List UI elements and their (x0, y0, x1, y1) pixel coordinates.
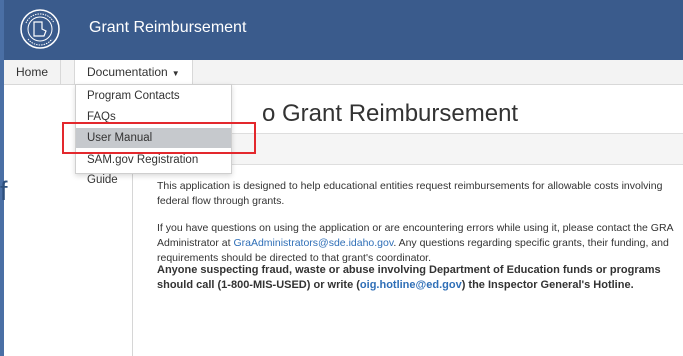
fraud-notice-paragraph: Anyone suspecting fraud, waste or abuse … (157, 264, 661, 291)
menu-item-program-contacts[interactable]: Program Contacts (76, 86, 231, 106)
nav-documentation-dropdown[interactable]: Documentation ▼ (74, 60, 193, 85)
content-left-border (132, 150, 133, 356)
caret-down-icon: ▼ (171, 69, 180, 78)
stray-text-fragment: f (0, 176, 8, 206)
department-seal-logo (20, 9, 60, 49)
page-title: o Grant Reimbursement (262, 100, 519, 127)
app-header: Grant Reimbursement (4, 0, 683, 60)
annotation-highlight-box (62, 122, 256, 154)
gra-admin-email-link[interactable]: GraAdministrators@sde.idaho.gov (233, 237, 393, 249)
contact-paragraph: If you have questions on using the appli… (157, 222, 673, 264)
oig-hotline-email-link[interactable]: oig.hotline@ed.gov (360, 279, 462, 291)
app-title[interactable]: Grant Reimbursement (89, 19, 246, 37)
nav-documentation-label: Documentation (87, 65, 168, 79)
intro-paragraph: This application is designed to help edu… (157, 180, 663, 207)
nav-home-link[interactable]: Home (4, 60, 62, 84)
nav-bar: Home Documentation ▼ (4, 60, 683, 85)
